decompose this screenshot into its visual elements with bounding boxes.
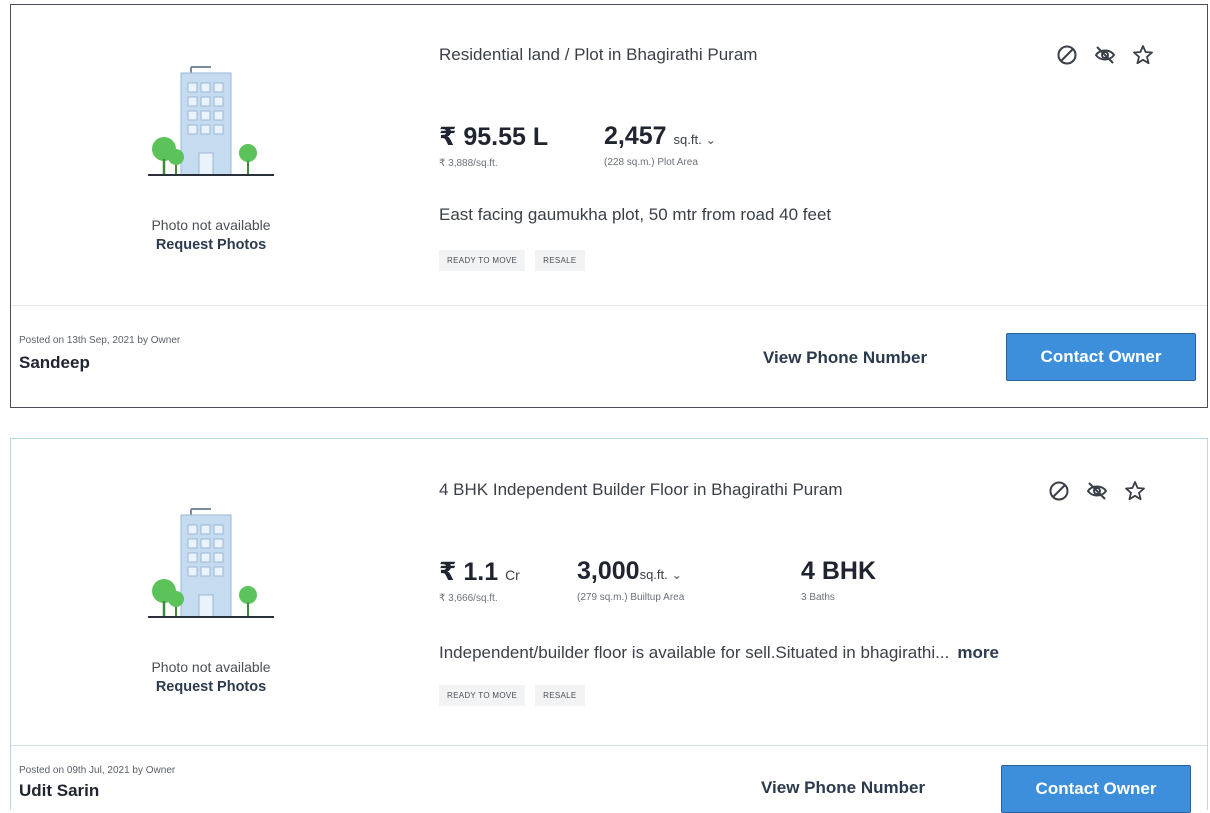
posted-info: Posted on 13th Sep, 2021 by Owner <box>19 335 181 346</box>
area-value: 3,000 <box>577 557 640 585</box>
listing-stats: ₹ 1.1 Cr ₹ 3,666/sq.ft. 3,000sq.ft. ⌄ (27… <box>439 557 920 604</box>
area-value: 2,457 <box>604 122 667 150</box>
price-value: ₹ 1.1 <box>439 558 499 586</box>
listing-description: East facing gaumukha plot, 50 mtr from r… <box>439 205 831 225</box>
tag-resale: RESALE <box>535 250 585 271</box>
hide-icon[interactable] <box>1085 479 1109 503</box>
tag-resale: RESALE <box>535 685 585 706</box>
photo-placeholder: Photo not available Request Photos <box>11 503 411 695</box>
area-block[interactable]: 2,457 sq.ft. ⌄ (228 sq.m.) Plot Area <box>604 122 716 169</box>
photo-not-available-text: Photo not available <box>151 217 271 233</box>
listing-title[interactable]: Residential land / Plot in Bhagirathi Pu… <box>439 45 757 65</box>
request-photos-link[interactable]: Request Photos <box>11 679 411 695</box>
contact-owner-button[interactable]: Contact Owner <box>1006 333 1196 381</box>
bhk-block: 4 BHK 3 Baths <box>801 557 876 604</box>
owner-name: Udit Sarin <box>19 781 100 800</box>
view-phone-number-link[interactable]: View Phone Number <box>763 348 927 368</box>
listing-actions <box>1055 43 1155 67</box>
area-block[interactable]: 3,000sq.ft. ⌄ (279 sq.m.) Builtup Area <box>577 557 767 604</box>
listing-actions <box>1047 479 1147 503</box>
listing-card: Photo not available Request Photos Resid… <box>10 4 1208 408</box>
listing-stats: ₹ 95.55 L ₹ 3,888/sq.ft. 2,457 sq.ft. ⌄ (… <box>439 122 760 169</box>
description-text: Independent/builder floor is available f… <box>439 643 950 662</box>
price-block: ₹ 95.55 L ₹ 3,888/sq.ft. <box>439 122 589 169</box>
more-link[interactable]: more <box>957 643 999 662</box>
divider <box>11 745 1207 746</box>
building-illustration-icon <box>148 508 274 618</box>
area-note: (228 sq.m.) Plot Area <box>604 157 698 168</box>
divider <box>11 305 1207 306</box>
view-phone-number-link[interactable]: View Phone Number <box>761 778 925 798</box>
description-text: East facing gaumukha plot, 50 mtr from r… <box>439 205 832 224</box>
price-unit: Cr <box>505 567 520 583</box>
request-photos-link[interactable]: Request Photos <box>11 237 411 253</box>
contact-owner-button[interactable]: Contact Owner <box>1001 765 1191 813</box>
photo-placeholder: Photo not available Request Photos <box>11 61 411 253</box>
star-icon[interactable] <box>1131 43 1155 67</box>
price-block: ₹ 1.1 Cr ₹ 3,666/sq.ft. <box>439 557 549 604</box>
tag-list: READY TO MOVE RESALE <box>439 685 585 706</box>
listing-card: Photo not available Request Photos 4 BHK… <box>10 438 1208 813</box>
area-note: (279 sq.m.) Builtup Area <box>577 592 685 603</box>
baths-count: 3 Baths <box>801 592 835 603</box>
block-icon[interactable] <box>1047 479 1071 503</box>
star-icon[interactable] <box>1123 479 1147 503</box>
photo-not-available-text: Photo not available <box>151 659 271 675</box>
tag-ready-to-move: READY TO MOVE <box>439 250 526 271</box>
tag-ready-to-move: READY TO MOVE <box>439 685 526 706</box>
price-value: ₹ 95.55 L <box>439 123 549 151</box>
owner-name: Sandeep <box>19 353 90 372</box>
price-per-sqft: ₹ 3,888/sq.ft. <box>439 158 498 169</box>
listing-description: Independent/builder floor is available f… <box>439 643 999 663</box>
chevron-down-icon[interactable]: ⌄ <box>706 133 716 147</box>
posted-info: Posted on 09th Jul, 2021 by Owner <box>19 765 176 776</box>
block-icon[interactable] <box>1055 43 1079 67</box>
area-unit: sq.ft. <box>673 132 702 147</box>
building-illustration-icon <box>148 66 274 176</box>
tag-list: READY TO MOVE RESALE <box>439 250 585 271</box>
chevron-down-icon[interactable]: ⌄ <box>672 568 682 582</box>
hide-icon[interactable] <box>1093 43 1117 67</box>
price-per-sqft: ₹ 3,666/sq.ft. <box>439 593 498 604</box>
bhk-value: 4 BHK <box>801 557 877 585</box>
listing-title[interactable]: 4 BHK Independent Builder Floor in Bhagi… <box>439 480 843 500</box>
area-unit: sq.ft. <box>639 567 668 582</box>
